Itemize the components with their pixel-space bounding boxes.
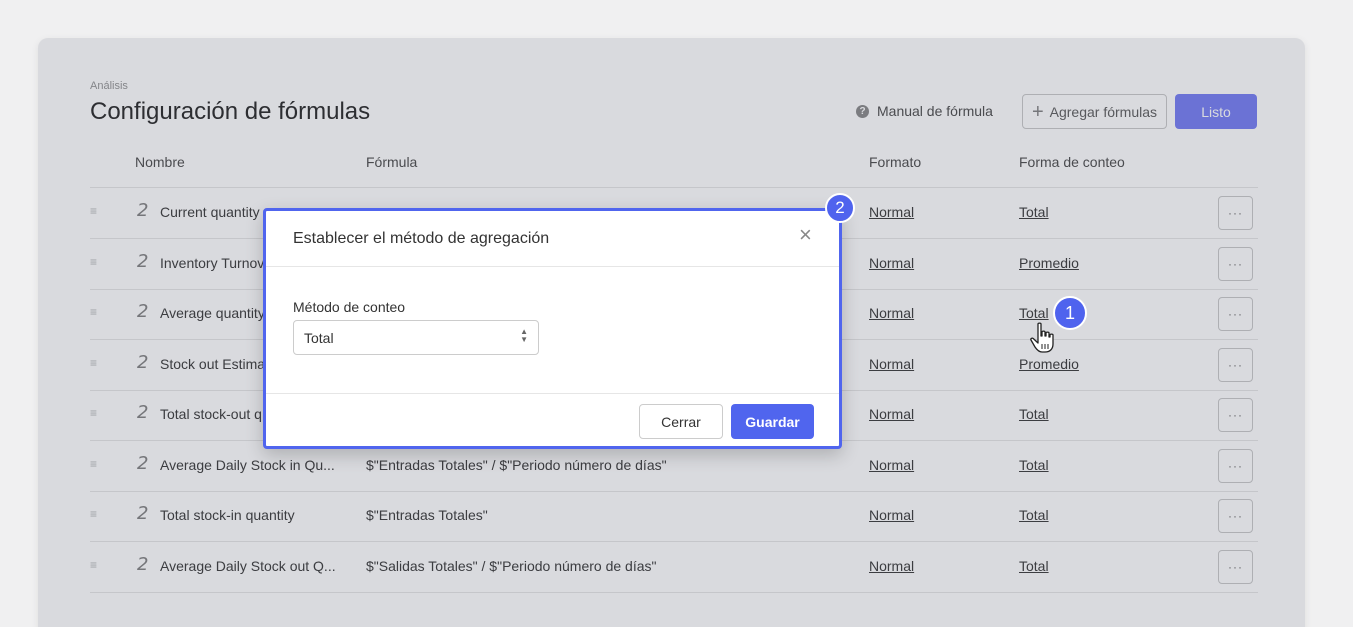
hand-cursor-icon <box>1030 322 1054 353</box>
count-method-label: Método de conteo <box>293 299 406 315</box>
cancel-button[interactable]: Cerrar <box>639 404 723 439</box>
save-button[interactable]: Guardar <box>731 404 814 439</box>
select-arrows-icon: ▲ ▼ <box>520 327 528 344</box>
dialog-header-divider <box>266 266 839 267</box>
dialog-title: Establecer el método de agregación <box>293 230 550 247</box>
step-badge-1: 1 <box>1053 296 1087 330</box>
close-icon[interactable]: × <box>799 224 812 246</box>
step-badge-2: 2 <box>825 193 855 223</box>
count-method-value: Total <box>304 330 334 346</box>
dialog-footer-divider <box>266 393 839 394</box>
aggregation-method-dialog: Establecer el método de agregación × Mét… <box>263 208 842 449</box>
count-method-select[interactable]: Total ▲ ▼ <box>293 320 539 355</box>
